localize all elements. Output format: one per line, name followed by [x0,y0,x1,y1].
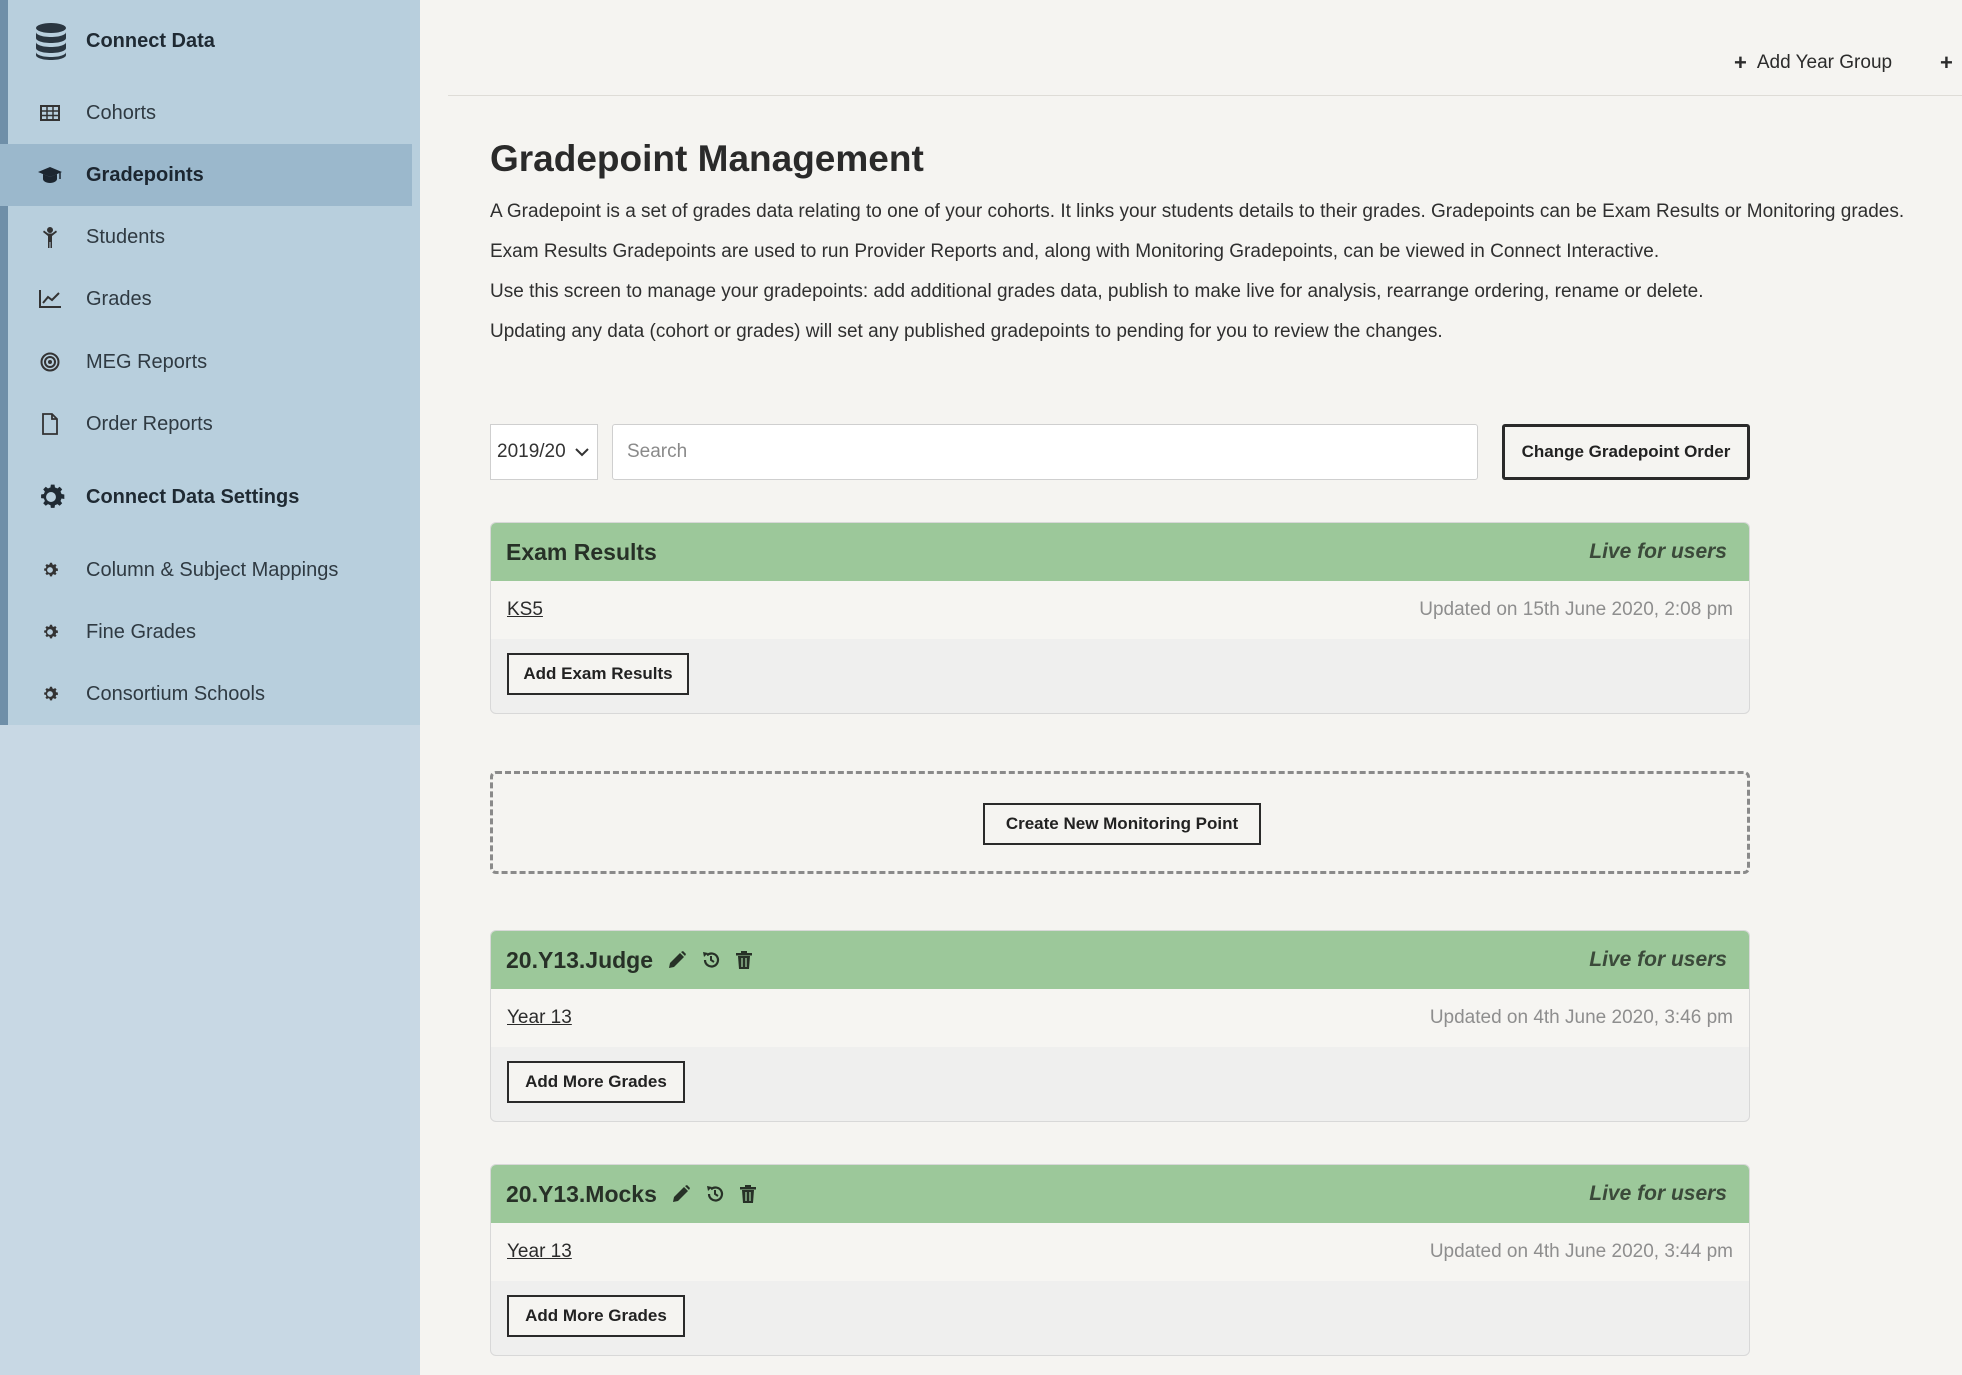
sidebar: Connect Data Cohorts Gradepoints Student… [0,0,420,1375]
card-row: KS5 Updated on 15th June 2020, 2:08 pm [491,581,1749,639]
page-title: Gradepoint Management [490,138,924,179]
trash-icon[interactable] [739,1184,757,1204]
status-badge: Live for users [1589,948,1727,971]
card-actions [667,950,767,970]
trash-icon[interactable] [735,950,753,970]
sidebar-item-label: Consortium Schools [86,682,265,705]
updated-timestamp: Updated on 15th June 2020, 2:08 pm [1419,599,1733,620]
table-icon [30,105,70,121]
intro-paragraph: Exam Results Gradepoints are used to run… [490,241,1660,262]
sidebar-heading-label: Connect Data [86,29,215,52]
line-chart-icon [30,289,70,309]
sidebar-item-label: Column & Subject Mappings [86,558,339,581]
cog-icon [30,622,70,642]
plus-icon: + [1734,50,1747,75]
card-row: Year 13 Updated on 4th June 2020, 3:44 p… [491,1223,1749,1281]
history-icon[interactable] [701,950,721,970]
sidebar-item-label: Grades [86,287,152,310]
plus-icon: + [1940,50,1953,75]
status-badge: Live for users [1589,540,1727,563]
intro-paragraph: A Gradepoint is a set of grades data rel… [490,201,1905,222]
sidebar-item-label: Cohorts [86,101,157,124]
sidebar-item-order-reports[interactable]: Order Reports [0,393,412,455]
sidebar-item-column-subject-mappings[interactable]: Column & Subject Mappings [0,539,412,601]
more-add-button[interactable]: + [1940,50,1962,76]
sidebar-item-consortium-schools[interactable]: Consortium Schools [0,663,412,725]
sidebar-item-label: Fine Grades [86,620,197,643]
cohort-link[interactable]: Year 13 [507,1007,572,1029]
create-monitoring-dropzone: Create New Monitoring Point [490,771,1750,874]
intro-paragraph: Use this screen to manage your gradepoin… [490,281,1704,302]
add-more-grades-button[interactable]: Add More Grades [507,1295,685,1337]
chevron-down-icon [575,441,589,463]
bullseye-icon [30,352,70,372]
cohort-link[interactable]: Year 13 [507,1241,572,1263]
sidebar-item-meg-reports[interactable]: MEG Reports [0,331,412,393]
sidebar-heading-settings[interactable]: Connect Data Settings [30,476,299,518]
card-title-wrap: 20.Y13.Mocks [506,1181,771,1208]
graduation-cap-icon [30,166,70,184]
create-monitoring-point-button[interactable]: Create New Monitoring Point [983,803,1261,845]
top-action-bar: + Add Year Group + [448,0,1962,96]
pencil-icon[interactable] [667,950,687,970]
intro-paragraph: Updating any data (cohort or grades) wil… [490,321,1443,342]
card-row: Year 13 Updated on 4th June 2020, 3:46 p… [491,989,1749,1047]
cohort-link[interactable]: KS5 [507,599,543,621]
status-badge: Live for users [1589,1182,1727,1205]
card-actions [671,1184,771,1204]
year-select[interactable]: 2019/20 [490,424,598,480]
add-year-group-label: Add Year Group [1756,52,1893,73]
cog-icon [30,476,72,518]
card-title: Exam Results [506,538,657,565]
sidebar-heading-connect-data[interactable]: Connect Data [30,20,215,62]
card-title-wrap: 20.Y13.Judge [506,947,767,974]
sidebar-item-students[interactable]: Students [0,206,412,268]
change-gradepoint-order-button[interactable]: Change Gradepoint Order [1502,424,1750,480]
card-footer: Add More Grades [491,1281,1749,1355]
history-icon[interactable] [705,1184,725,1204]
add-exam-results-button[interactable]: Add Exam Results [507,653,689,695]
updated-timestamp: Updated on 4th June 2020, 3:44 pm [1429,1241,1733,1262]
sidebar-item-gradepoints[interactable]: Gradepoints [0,144,412,206]
child-icon [30,226,70,248]
pencil-icon[interactable] [671,1184,691,1204]
exam-results-card: Exam Results Live for users KS5 Updated … [490,522,1750,714]
card-header: 20.Y13.Judge Live for users [491,931,1749,989]
sidebar-heading-label: Connect Data Settings [86,485,300,508]
sidebar-item-label: Gradepoints [86,163,204,186]
sidebar-item-label: Order Reports [86,412,213,435]
file-icon [30,413,70,435]
card-header: 20.Y13.Mocks Live for users [491,1165,1749,1223]
year-select-value: 2019/20 [497,441,566,462]
add-year-group-button[interactable]: + Add Year Group [1734,50,1892,76]
sidebar-item-label: Students [86,225,165,248]
sidebar-item-cohorts[interactable]: Cohorts [0,82,412,144]
sidebar-item-label: MEG Reports [86,350,208,373]
gradepoint-card: 20.Y13.Mocks Live for users Year 13 Upda… [490,1164,1750,1356]
gradepoint-card: 20.Y13.Judge Live for users Year 13 Upda… [490,930,1750,1122]
search-input[interactable] [612,424,1478,480]
updated-timestamp: Updated on 4th June 2020, 3:46 pm [1429,1007,1733,1028]
cog-icon [30,684,70,704]
sidebar-item-grades[interactable]: Grades [0,268,412,330]
database-icon [30,20,72,62]
sidebar-item-fine-grades[interactable]: Fine Grades [0,601,412,663]
add-more-grades-button[interactable]: Add More Grades [507,1061,685,1103]
card-title: 20.Y13.Mocks [506,1180,657,1207]
card-footer: Add Exam Results [491,639,1749,713]
card-title: 20.Y13.Judge [506,946,654,973]
card-header: Exam Results Live for users [491,523,1749,581]
card-footer: Add More Grades [491,1047,1749,1121]
cog-icon [30,560,70,580]
